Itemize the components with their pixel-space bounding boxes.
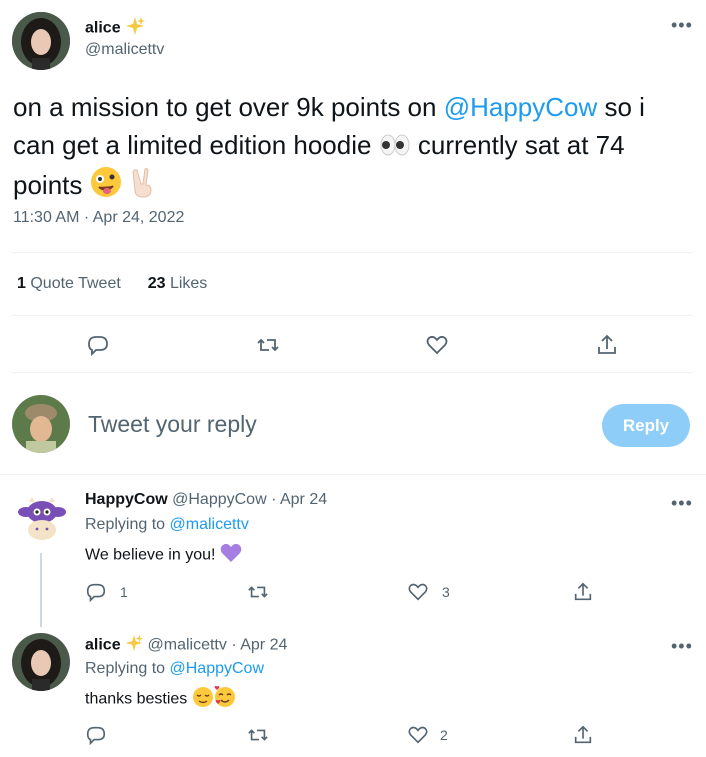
replying-to: Replying to @malicettv <box>85 516 249 533</box>
like-icon[interactable] <box>425 333 449 357</box>
happycow-avatar[interactable] <box>16 494 68 546</box>
like-count: 3 <box>442 584 450 600</box>
reply-display-name[interactable]: HappyCow <box>85 491 168 508</box>
author-avatar[interactable] <box>12 633 70 691</box>
reply-button[interactable]: Reply <box>602 404 690 447</box>
zany-face-icon <box>90 166 122 208</box>
relieved-face-icon <box>192 686 214 713</box>
tweet-timestamp[interactable]: 11:30 AM · Apr 24, 2022 <box>13 209 184 227</box>
share-icon[interactable] <box>595 333 619 357</box>
author-handle[interactable]: @malicettv <box>85 41 164 59</box>
more-icon[interactable]: ••• <box>671 494 693 512</box>
author-avatar[interactable] <box>12 12 70 70</box>
reply-header: HappyCow @HappyCow · Apr 24 <box>85 491 327 509</box>
reply-icon[interactable] <box>85 581 107 603</box>
eyes-icon <box>379 128 411 166</box>
likes-link[interactable]: 23 Likes <box>148 275 208 292</box>
quote-tweets-link[interactable]: 1 Quote Tweet <box>17 275 121 292</box>
author-display-name[interactable]: alice <box>85 16 146 41</box>
reply-icon[interactable] <box>86 333 110 357</box>
retweet-icon[interactable] <box>256 333 280 357</box>
replying-to-link[interactable]: @malicettv <box>170 516 249 533</box>
reply-date[interactable]: · Apr 24 <box>231 637 287 654</box>
reply-icon[interactable] <box>85 724 107 746</box>
retweet-icon[interactable] <box>247 724 269 746</box>
tweet-stats: 1 Quote Tweet 23 Likes <box>17 275 207 293</box>
reply-text: We believe in you! <box>85 543 242 568</box>
sparkles-icon <box>125 634 144 657</box>
current-user-avatar[interactable] <box>12 395 70 453</box>
more-icon[interactable]: ••• <box>671 637 693 655</box>
reply-date[interactable]: · Apr 24 <box>271 491 327 508</box>
mention-link[interactable]: @HappyCow <box>444 92 598 122</box>
retweet-icon[interactable] <box>247 581 269 603</box>
reply-handle[interactable]: @HappyCow <box>172 491 267 508</box>
like-count: 2 <box>440 727 448 743</box>
tweet-text: on a mission to get over 9k points on @H… <box>13 88 693 208</box>
share-icon[interactable] <box>572 724 594 746</box>
reply-display-name[interactable]: alice <box>85 637 121 654</box>
like-icon[interactable] <box>407 581 429 603</box>
replying-to: Replying to @HappyCow <box>85 660 265 677</box>
share-icon[interactable] <box>572 581 594 603</box>
sparkles-icon <box>125 16 146 41</box>
more-icon[interactable]: ••• <box>671 16 693 34</box>
like-icon[interactable] <box>407 724 429 746</box>
thread-line <box>40 553 42 627</box>
reply-input[interactable]: Tweet your reply <box>88 411 257 438</box>
reply-handle[interactable]: @malicettv <box>148 637 227 654</box>
purple-heart-icon <box>220 543 242 568</box>
victory-hand-icon <box>129 166 157 208</box>
reply-text: thanks besties <box>85 686 236 713</box>
smiling-face-hearts-icon <box>214 686 236 713</box>
reply-header: alice @malicettv · Apr 24 <box>85 634 287 657</box>
reply-count: 1 <box>120 584 128 600</box>
author-name-text: alice <box>85 19 121 37</box>
replying-to-link[interactable]: @HappyCow <box>170 660 265 677</box>
